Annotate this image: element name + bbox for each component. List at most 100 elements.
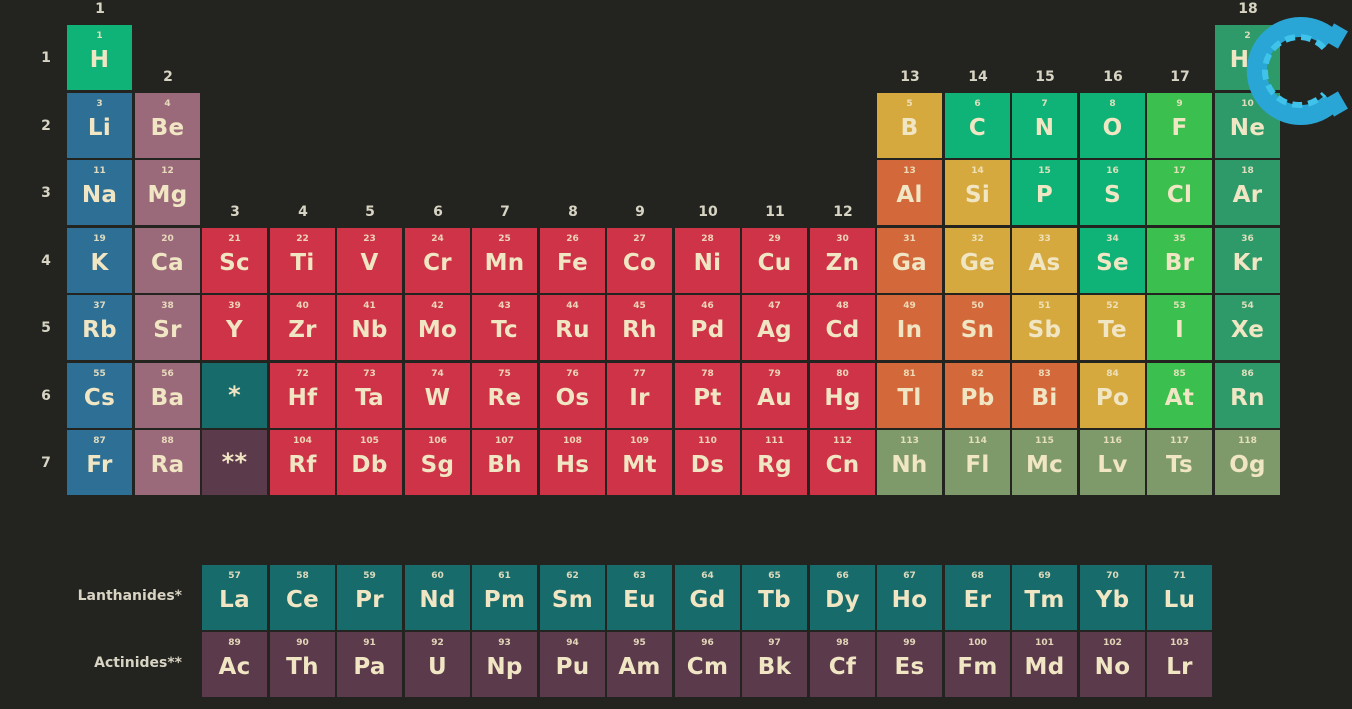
element-cell-no[interactable]: 102 No xyxy=(1080,632,1145,697)
element-cell-tl[interactable]: 81 Tl xyxy=(877,363,942,428)
element-cell-sr[interactable]: 38 Sr xyxy=(135,295,200,360)
element-cell-eu[interactable]: 63 Eu xyxy=(607,565,672,630)
element-cell-dy[interactable]: 66 Dy xyxy=(810,565,875,630)
element-cell-rb[interactable]: 37 Rb xyxy=(67,295,132,360)
element-cell-au[interactable]: 79 Au xyxy=(742,363,807,428)
element-cell-ce[interactable]: 58 Ce xyxy=(270,565,335,630)
element-cell-og[interactable]: 118 Og xyxy=(1215,430,1280,495)
element-cell-te[interactable]: 52 Te xyxy=(1080,295,1145,360)
element-cell-la[interactable]: 57 La xyxy=(202,565,267,630)
element-cell-er[interactable]: 68 Er xyxy=(945,565,1010,630)
element-cell-c[interactable]: 6C xyxy=(945,93,1010,158)
element-cell-mn[interactable]: 25 Mn xyxy=(472,228,537,293)
element-cell-at[interactable]: 85 At xyxy=(1147,363,1212,428)
element-cell-ni[interactable]: 28 Ni xyxy=(675,228,740,293)
element-cell-cn[interactable]: 112 Cn xyxy=(810,430,875,495)
element-cell-ag[interactable]: 47 Ag xyxy=(742,295,807,360)
element-cell-zr[interactable]: 40 Zr xyxy=(270,295,335,360)
element-cell-gd[interactable]: 64 Gd xyxy=(675,565,740,630)
element-cell-w[interactable]: 74 W xyxy=(405,363,470,428)
element-cell-fr[interactable]: 87 Fr xyxy=(67,430,132,495)
element-cell-ge[interactable]: 32 Ge xyxy=(945,228,1010,293)
element-cell-ds[interactable]: 110 Ds xyxy=(675,430,740,495)
element-cell-am[interactable]: 95 Am xyxy=(607,632,672,697)
element-cell-mo[interactable]: 42 Mo xyxy=(405,295,470,360)
element-cell-tc[interactable]: 43 Tc xyxy=(472,295,537,360)
element-cell-ba[interactable]: 56 Ba xyxy=(135,363,200,428)
element-cell-y[interactable]: 39 Y xyxy=(202,295,267,360)
element-cell-sb[interactable]: 51 Sb xyxy=(1012,295,1077,360)
element-cell-bi[interactable]: 83 Bi xyxy=(1012,363,1077,428)
element-cell-cs[interactable]: 55 Cs xyxy=(67,363,132,428)
element-cell-o[interactable]: 8O xyxy=(1080,93,1145,158)
element-cell-bk[interactable]: 97 Bk xyxy=(742,632,807,697)
element-cell-ti[interactable]: 22 Ti xyxy=(270,228,335,293)
element-cell-n[interactable]: 7N xyxy=(1012,93,1077,158)
element-cell-rn[interactable]: 86 Rn xyxy=(1215,363,1280,428)
element-cell-pt[interactable]: 78 Pt xyxy=(675,363,740,428)
element-cell-cd[interactable]: 48 Cd xyxy=(810,295,875,360)
element-cell-yb[interactable]: 70 Yb xyxy=(1080,565,1145,630)
element-cell-lanthanides-placeholder[interactable]: * xyxy=(202,363,267,428)
element-cell-br[interactable]: 35 Br xyxy=(1147,228,1212,293)
element-cell-pu[interactable]: 94 Pu xyxy=(540,632,605,697)
element-cell-rg[interactable]: 111 Rg xyxy=(742,430,807,495)
element-cell-ar[interactable]: 18 Ar xyxy=(1215,160,1280,225)
element-cell-ac[interactable]: 89 Ac xyxy=(202,632,267,697)
element-cell-hs[interactable]: 108 Hs xyxy=(540,430,605,495)
element-cell-sc[interactable]: 21 Sc xyxy=(202,228,267,293)
element-cell-nh[interactable]: 113 Nh xyxy=(877,430,942,495)
element-cell-f[interactable]: 9F xyxy=(1147,93,1212,158)
element-cell-al[interactable]: 13 Al xyxy=(877,160,942,225)
element-cell-ra[interactable]: 88 Ra xyxy=(135,430,200,495)
element-cell-cr[interactable]: 24 Cr xyxy=(405,228,470,293)
element-cell-ca[interactable]: 20 Ca xyxy=(135,228,200,293)
element-cell-be[interactable]: 4 Be xyxy=(135,93,200,158)
element-cell-md[interactable]: 101 Md xyxy=(1012,632,1077,697)
element-cell-nb[interactable]: 41 Nb xyxy=(337,295,402,360)
element-cell-tm[interactable]: 69 Tm xyxy=(1012,565,1077,630)
element-cell-hg[interactable]: 80 Hg xyxy=(810,363,875,428)
element-cell-u[interactable]: 92 U xyxy=(405,632,470,697)
element-cell-p[interactable]: 15 P xyxy=(1012,160,1077,225)
element-cell-hf[interactable]: 72 Hf xyxy=(270,363,335,428)
element-cell-li[interactable]: 3 Li xyxy=(67,93,132,158)
element-cell-ts[interactable]: 117 Ts xyxy=(1147,430,1212,495)
element-cell-ru[interactable]: 44 Ru xyxy=(540,295,605,360)
element-cell-mt[interactable]: 109 Mt xyxy=(607,430,672,495)
element-cell-rf[interactable]: 104 Rf xyxy=(270,430,335,495)
element-cell-co[interactable]: 27 Co xyxy=(607,228,672,293)
element-cell-kr[interactable]: 36 Kr xyxy=(1215,228,1280,293)
element-cell-v[interactable]: 23 V xyxy=(337,228,402,293)
element-cell-es[interactable]: 99 Es xyxy=(877,632,942,697)
element-cell-fm[interactable]: 100 Fm xyxy=(945,632,1010,697)
element-cell-b[interactable]: 5B xyxy=(877,93,942,158)
element-cell-po[interactable]: 84 Po xyxy=(1080,363,1145,428)
element-cell-ir[interactable]: 77 Ir xyxy=(607,363,672,428)
element-cell-fl[interactable]: 114 Fl xyxy=(945,430,1010,495)
element-cell-pb[interactable]: 82 Pb xyxy=(945,363,1010,428)
element-cell-in[interactable]: 49 In xyxy=(877,295,942,360)
element-cell-ga[interactable]: 31 Ga xyxy=(877,228,942,293)
element-cell-db[interactable]: 105 Db xyxy=(337,430,402,495)
element-cell-nd[interactable]: 60 Nd xyxy=(405,565,470,630)
element-cell-pr[interactable]: 59 Pr xyxy=(337,565,402,630)
element-cell-os[interactable]: 76 Os xyxy=(540,363,605,428)
element-cell-h[interactable]: 1H xyxy=(67,25,132,90)
element-cell-sg[interactable]: 106 Sg xyxy=(405,430,470,495)
element-cell-as[interactable]: 33 As xyxy=(1012,228,1077,293)
element-cell-xe[interactable]: 54 Xe xyxy=(1215,295,1280,360)
element-cell-se[interactable]: 34 Se xyxy=(1080,228,1145,293)
element-cell-cm[interactable]: 96 Cm xyxy=(675,632,740,697)
element-cell-ta[interactable]: 73 Ta xyxy=(337,363,402,428)
element-cell-lu[interactable]: 71 Lu xyxy=(1147,565,1212,630)
element-cell-sn[interactable]: 50 Sn xyxy=(945,295,1010,360)
element-cell-rh[interactable]: 45 Rh xyxy=(607,295,672,360)
element-cell-zn[interactable]: 30 Zn xyxy=(810,228,875,293)
element-cell-np[interactable]: 93 Np xyxy=(472,632,537,697)
element-cell-mc[interactable]: 115 Mc xyxy=(1012,430,1077,495)
element-cell-pm[interactable]: 61 Pm xyxy=(472,565,537,630)
element-cell-cl[interactable]: 17 Cl xyxy=(1147,160,1212,225)
element-cell-ho[interactable]: 67 Ho xyxy=(877,565,942,630)
element-cell-i[interactable]: 53 I xyxy=(1147,295,1212,360)
